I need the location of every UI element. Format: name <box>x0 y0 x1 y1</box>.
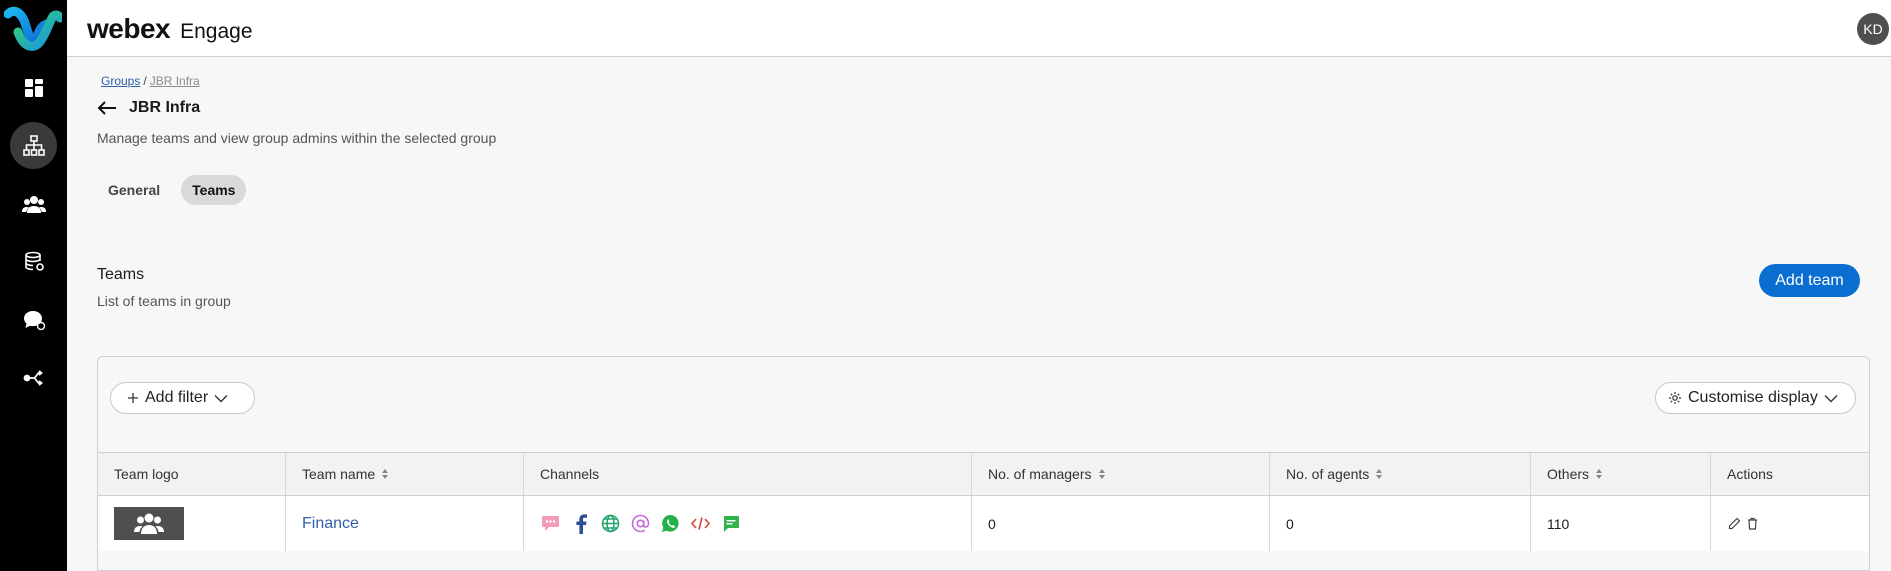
plus-icon <box>128 393 138 403</box>
routing-icon <box>23 369 43 386</box>
chat-settings-icon <box>23 310 45 330</box>
team-logo <box>114 507 184 540</box>
sidebar-item-groups[interactable] <box>10 122 57 169</box>
column-header-managers[interactable]: No. of managers <box>972 453 1270 495</box>
column-header-team-name[interactable]: Team name <box>286 453 524 495</box>
table-header: Team logo Team name Channels No. of mana… <box>98 452 1869 496</box>
column-label: No. of managers <box>988 466 1092 482</box>
column-label: Others <box>1547 466 1590 482</box>
chevron-down-icon <box>214 394 228 402</box>
code-icon <box>690 513 711 534</box>
sidebar-item-routing[interactable] <box>10 354 57 401</box>
actions-cell <box>1711 496 1869 551</box>
delete-icon[interactable] <box>1745 516 1759 532</box>
sort-icon[interactable] <box>381 468 389 480</box>
column-label: No. of agents <box>1286 466 1370 482</box>
customise-display-label: Customise display <box>1688 389 1818 406</box>
customise-display-button[interactable]: Customise display <box>1655 382 1856 414</box>
org-hierarchy-icon <box>22 134 45 156</box>
team-name-link[interactable]: Finance <box>302 515 359 533</box>
add-filter-button[interactable]: Add filter <box>110 382 255 414</box>
brand: webex Engage <box>87 13 253 45</box>
team-logo-cell <box>98 496 286 551</box>
section-subtitle: List of teams in group <box>97 293 231 309</box>
agents-cell: 0 <box>1270 496 1531 551</box>
column-label: Team logo <box>114 466 179 482</box>
brand-product: Engage <box>180 20 253 43</box>
column-header-channels: Channels <box>524 453 972 495</box>
webex-logo[interactable] <box>3 4 65 54</box>
sidebar-item-data[interactable] <box>10 238 57 285</box>
agents-count: 0 <box>1286 515 1294 532</box>
breadcrumb: Groups / JBR Infra <box>101 74 200 88</box>
breadcrumb-separator: / <box>143 74 147 88</box>
sort-icon[interactable] <box>1375 468 1383 480</box>
sms-icon <box>540 513 561 534</box>
managers-count: 0 <box>988 515 996 532</box>
sort-icon[interactable] <box>1098 468 1106 480</box>
avatar[interactable]: KD <box>1857 13 1889 45</box>
sidebar-item-users[interactable] <box>10 180 57 227</box>
add-team-button[interactable]: Add team <box>1759 264 1860 297</box>
top-bar: webex Engage KD <box>67 0 1891 57</box>
column-label: Team name <box>302 466 376 482</box>
dashboard-icon <box>24 78 43 97</box>
tabs: General Teams <box>97 175 247 205</box>
managers-cell: 0 <box>972 496 1270 551</box>
chevron-down-icon <box>1824 394 1838 402</box>
users-icon <box>21 195 46 213</box>
page-title: JBR Infra <box>129 99 201 116</box>
main-content: Groups / JBR Infra JBR Infra Manage teams … <box>67 57 1891 571</box>
whatsapp-icon <box>660 513 681 534</box>
sidebar <box>0 0 67 571</box>
sidebar-item-conversations[interactable] <box>10 296 57 343</box>
web-icon <box>600 513 621 534</box>
column-header-team-logo: Team logo <box>98 453 286 495</box>
sidebar-item-dashboard[interactable] <box>10 64 57 111</box>
chat-icon <box>720 513 741 534</box>
tab-general[interactable]: General <box>97 175 171 205</box>
others-count: 110 <box>1547 515 1570 532</box>
column-label: Channels <box>540 466 600 482</box>
breadcrumb-current: JBR Infra <box>149 74 200 88</box>
sort-icon[interactable] <box>1595 468 1603 480</box>
section-title: Teams <box>97 266 145 283</box>
title-row: JBR Infra <box>97 97 200 119</box>
database-icon <box>24 251 44 271</box>
column-header-agents[interactable]: No. of agents <box>1270 453 1531 495</box>
add-filter-label: Add filter <box>145 389 209 406</box>
others-cell: 110 <box>1531 496 1711 551</box>
breadcrumb-groups-link[interactable]: Groups <box>101 74 140 88</box>
channels-cell <box>524 496 972 551</box>
column-label: Actions <box>1727 466 1773 482</box>
table-row: Finance 0 0 110 <box>98 496 1869 551</box>
column-header-others[interactable]: Others <box>1531 453 1711 495</box>
gear-icon <box>1669 392 1681 404</box>
edit-icon[interactable] <box>1727 516 1741 532</box>
brand-name: webex <box>87 13 171 44</box>
column-header-actions: Actions <box>1711 453 1869 495</box>
teams-table-card: Add filter Customise display Team logo T… <box>97 356 1870 571</box>
back-arrow-icon[interactable] <box>97 97 119 119</box>
page-subtitle: Manage teams and view group admins withi… <box>97 130 497 146</box>
team-name-cell: Finance <box>286 496 524 551</box>
email-icon <box>630 513 651 534</box>
facebook-icon <box>570 513 591 534</box>
tab-teams[interactable]: Teams <box>181 175 247 205</box>
team-group-icon <box>134 513 164 534</box>
